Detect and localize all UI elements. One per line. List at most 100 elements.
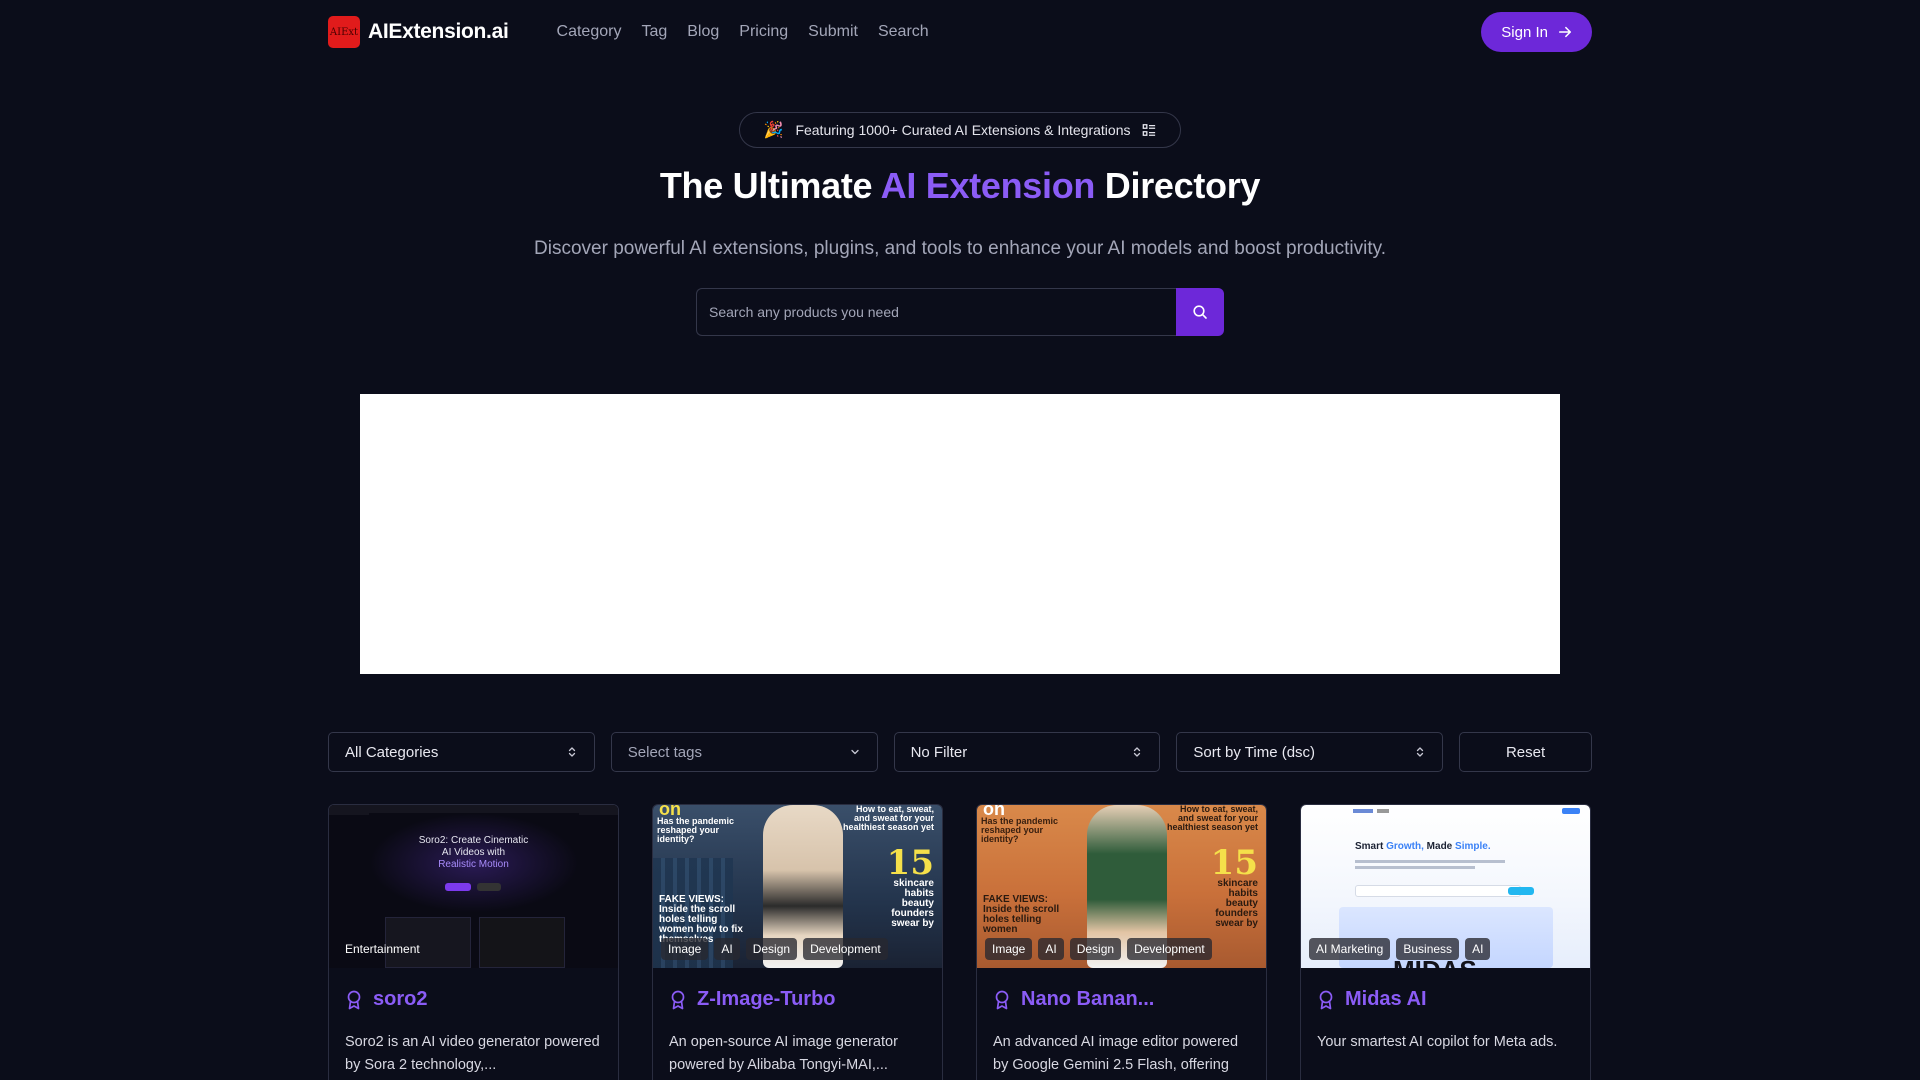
- tag[interactable]: Design: [1069, 938, 1122, 960]
- card-tags: Image AI Design Development: [985, 938, 1212, 960]
- card-title[interactable]: Midas AI: [1317, 988, 1574, 1011]
- logo[interactable]: AIExt AIExtension.ai: [328, 16, 509, 48]
- thumb-text: Simple.: [1455, 841, 1491, 852]
- thumb-text: skincare habits beauty founders swear by: [891, 878, 934, 929]
- tag[interactable]: Entertainment: [337, 938, 427, 960]
- card-thumbnail: Soro2: Create Cinematic AI Videos with R…: [329, 805, 618, 968]
- filter-select-value: No Filter: [910, 743, 968, 761]
- thumb-accent-line: Realistic Motion: [438, 859, 509, 870]
- thumb-number: 15: [886, 843, 934, 883]
- card-tags: AI Marketing Business AI: [1309, 938, 1491, 960]
- search-icon: [1193, 305, 1207, 319]
- page-title: The Ultimate AI Extension Directory: [0, 165, 1920, 207]
- thumb-line: AI Videos with: [441, 847, 506, 858]
- filter-select[interactable]: No Filter: [893, 732, 1161, 772]
- nav-tag[interactable]: Tag: [641, 23, 667, 41]
- thumb-line: Soro2: Create Cinematic: [418, 835, 529, 846]
- card-body: Z-Image-Turbo An open-source AI image ge…: [653, 968, 942, 1077]
- product-card[interactable]: on Has the pandemic reshaped your identi…: [652, 804, 943, 1080]
- thumb-text: Has the pandemic reshaped your identity?: [981, 816, 1059, 844]
- party-popper-icon: 🎉: [763, 122, 784, 139]
- sort-select[interactable]: Sort by Time (dsc): [1176, 732, 1444, 772]
- card-title-text: Z-Image-Turbo: [697, 988, 836, 1010]
- tag[interactable]: AI: [1038, 938, 1064, 960]
- tag[interactable]: AI: [1465, 938, 1491, 960]
- arrow-right-icon: [1558, 26, 1572, 38]
- thumb-button: [477, 883, 501, 891]
- tag[interactable]: AI Marketing: [1309, 938, 1391, 960]
- sort-select-value: Sort by Time (dsc): [1193, 743, 1316, 761]
- card-thumbnail: on Has the pandemic reshaped your identi…: [977, 805, 1266, 968]
- reset-button[interactable]: Reset: [1459, 732, 1592, 772]
- sign-in-button[interactable]: Sign In: [1481, 12, 1592, 52]
- chevron-up-down-icon: [1134, 747, 1141, 757]
- thumb-button: [1562, 808, 1580, 814]
- product-card[interactable]: on Has the pandemic reshaped your identi…: [976, 804, 1267, 1080]
- tag[interactable]: Image: [661, 938, 709, 960]
- thumb-text: Made: [1423, 841, 1456, 852]
- tag[interactable]: Design: [745, 938, 798, 960]
- title-accent: AI Extension: [880, 165, 1096, 206]
- award-icon: [995, 990, 1009, 1009]
- tag[interactable]: AI: [714, 938, 740, 960]
- tags-select[interactable]: Select tags: [610, 732, 878, 772]
- ad-banner: [360, 394, 1560, 674]
- tag[interactable]: Development: [1127, 938, 1212, 960]
- search-button[interactable]: [1176, 288, 1224, 336]
- product-grid: Soro2: Create Cinematic AI Videos with R…: [328, 804, 1592, 1080]
- product-card[interactable]: Soro2: Create Cinematic AI Videos with R…: [328, 804, 619, 1080]
- thumb-nav: [1353, 809, 1373, 813]
- thumb-headline: Soro2: Create Cinematic AI Videos with: [329, 835, 618, 859]
- tag[interactable]: Business: [1396, 938, 1460, 960]
- award-icon: [671, 990, 685, 1009]
- nav-search[interactable]: Search: [878, 23, 929, 41]
- nav-submit[interactable]: Submit: [808, 23, 858, 41]
- card-title-text: Nano Banan...: [1021, 988, 1155, 1010]
- thumb-text: FAKE VIEWS: Inside the scroll holes tell…: [983, 894, 1060, 935]
- thumb-text: skincare habits beauty founders swear by: [1215, 878, 1258, 929]
- nav-category[interactable]: Category: [557, 23, 622, 41]
- nav-pricing[interactable]: Pricing: [739, 23, 788, 41]
- card-title[interactable]: soro2: [345, 988, 602, 1011]
- award-icon: [1319, 990, 1333, 1009]
- category-select[interactable]: All Categories: [328, 732, 595, 772]
- thumb-text: Has the pandemic reshaped your identity?: [657, 816, 735, 844]
- thumb-field: [1355, 885, 1521, 897]
- logo-mark: AIExt: [328, 16, 360, 48]
- tag[interactable]: Development: [803, 938, 888, 960]
- card-title[interactable]: Nano Banan...: [993, 988, 1250, 1011]
- thumb-button: [445, 883, 471, 891]
- page-subtitle: Discover powerful AI extensions, plugins…: [534, 238, 1386, 259]
- card-description: Your smartest AI copilot for Meta ads.: [1317, 1034, 1558, 1050]
- thumb-text: How to eat, sweat, and sweat for your he…: [1166, 805, 1258, 832]
- main-nav: Category Tag Blog Pricing Submit Search: [557, 23, 929, 41]
- card-body: Nano Banan... An advanced AI image edito…: [977, 968, 1266, 1077]
- site-header: AIExt AIExtension.ai Category Tag Blog P…: [328, 12, 1592, 52]
- thumb-nav: [1377, 809, 1389, 813]
- thumb-text: Growth,: [1386, 841, 1424, 852]
- thumb-headline: Smart Growth, Made Simple.: [1355, 841, 1491, 852]
- search-input[interactable]: [696, 288, 1176, 336]
- thumb-panel: [479, 917, 565, 968]
- chevron-down-icon: [850, 749, 859, 755]
- nav-blog[interactable]: Blog: [687, 23, 719, 41]
- card-description: Soro2 is an AI video generator powered b…: [345, 1034, 600, 1073]
- chevron-up-down-icon: [1416, 747, 1424, 757]
- award-icon: [347, 990, 361, 1009]
- thumb-line: [1355, 866, 1475, 869]
- filter-bar: All Categories Select tags No Filter Sor…: [328, 732, 1592, 772]
- card-title-text: Midas AI: [1345, 988, 1427, 1010]
- thumb-button: [1508, 887, 1534, 895]
- tag[interactable]: Image: [985, 938, 1033, 960]
- thumb-line: [1355, 860, 1505, 863]
- product-card[interactable]: Smart Growth, Made Simple. MIDAS AI Mark…: [1300, 804, 1591, 1080]
- card-tags: Entertainment: [337, 938, 427, 960]
- logo-text: AIExtension.ai: [368, 20, 509, 43]
- title-prefix: The Ultimate: [659, 165, 881, 206]
- chevron-up-down-icon: [568, 747, 575, 757]
- badge-text: Featuring 1000+ Curated AI Extensions & …: [795, 122, 1131, 138]
- card-body: soro2 Soro2 is an AI video generator pow…: [329, 968, 618, 1077]
- card-title[interactable]: Z-Image-Turbo: [669, 988, 926, 1011]
- card-description: An open-source AI image generator powere…: [669, 1034, 898, 1073]
- thumb-text: How to eat, sweat, and sweat for your he…: [842, 805, 934, 832]
